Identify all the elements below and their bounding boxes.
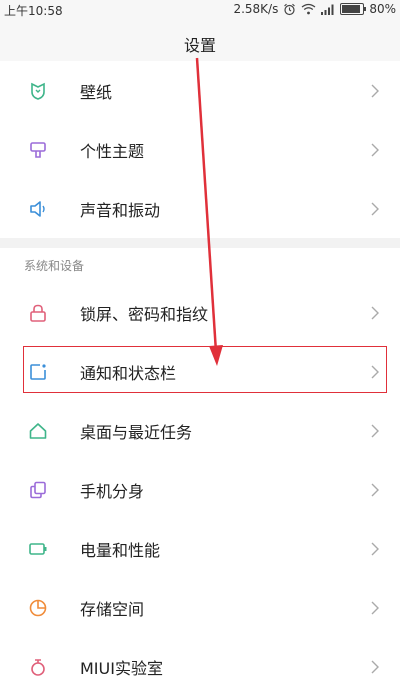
settings-item-sound[interactable]: 声音和振动	[0, 179, 400, 238]
settings-item-dual-apps[interactable]: 手机分身	[0, 460, 400, 519]
chevron-right-icon	[371, 143, 379, 156]
settings-item-label: 手机分身	[80, 481, 145, 501]
settings-item-label: 桌面与最近任务	[80, 422, 193, 442]
settings-item-label: 电量和性能	[80, 540, 161, 560]
highlight-box	[23, 346, 387, 393]
section-header: 系统和设备	[0, 248, 400, 282]
battery-icon	[340, 3, 367, 15]
battery-icon	[29, 542, 47, 555]
settings-item-label: 个性主题	[80, 141, 145, 161]
section-divider	[0, 238, 400, 248]
settings-item-miui-lab[interactable]: MIUI实验室	[0, 637, 400, 696]
chevron-right-icon	[371, 424, 379, 437]
settings-item-label: 存储空间	[80, 599, 145, 619]
settings-item-label: MIUI实验室	[80, 658, 163, 678]
wifi-icon	[301, 3, 316, 15]
theme-icon	[30, 141, 46, 158]
status-bar: 上午10:58 2.58K/s 80%	[0, 0, 400, 20]
chevron-right-icon	[371, 601, 379, 614]
chevron-right-icon	[371, 660, 379, 673]
storage-icon	[29, 599, 47, 616]
network-speed: 2.58K/s	[233, 2, 279, 16]
home-icon	[29, 422, 47, 439]
settings-item-lockscreen[interactable]: 锁屏、密码和指纹	[0, 283, 400, 342]
status-right: 2.58K/s 80%	[233, 2, 396, 16]
settings-item-home[interactable]: 桌面与最近任务	[0, 401, 400, 460]
sound-icon	[30, 200, 45, 217]
settings-item-wallpaper[interactable]: 壁纸	[0, 61, 400, 120]
section-title: 系统和设备	[24, 259, 85, 273]
alarm-icon	[284, 3, 296, 15]
wallpaper-icon	[31, 82, 45, 100]
signal-icon	[321, 4, 334, 15]
chevron-right-icon	[371, 306, 379, 319]
settings-item-label: 壁纸	[80, 82, 113, 102]
settings-item-battery[interactable]: 电量和性能	[0, 519, 400, 578]
chevron-right-icon	[371, 202, 379, 215]
clone-icon	[30, 481, 46, 498]
settings-item-storage[interactable]: 存储空间	[0, 578, 400, 637]
chevron-right-icon	[371, 483, 379, 496]
battery-percent: 80%	[369, 2, 396, 16]
lab-icon	[31, 658, 45, 676]
settings-item-label: 声音和振动	[80, 200, 161, 220]
settings-item-label: 锁屏、密码和指纹	[80, 304, 209, 324]
chevron-right-icon	[371, 542, 379, 555]
settings-item-theme[interactable]: 个性主题	[0, 120, 400, 179]
lock-icon	[30, 304, 46, 322]
chevron-right-icon	[371, 84, 379, 97]
status-time: 上午10:58	[4, 4, 63, 18]
